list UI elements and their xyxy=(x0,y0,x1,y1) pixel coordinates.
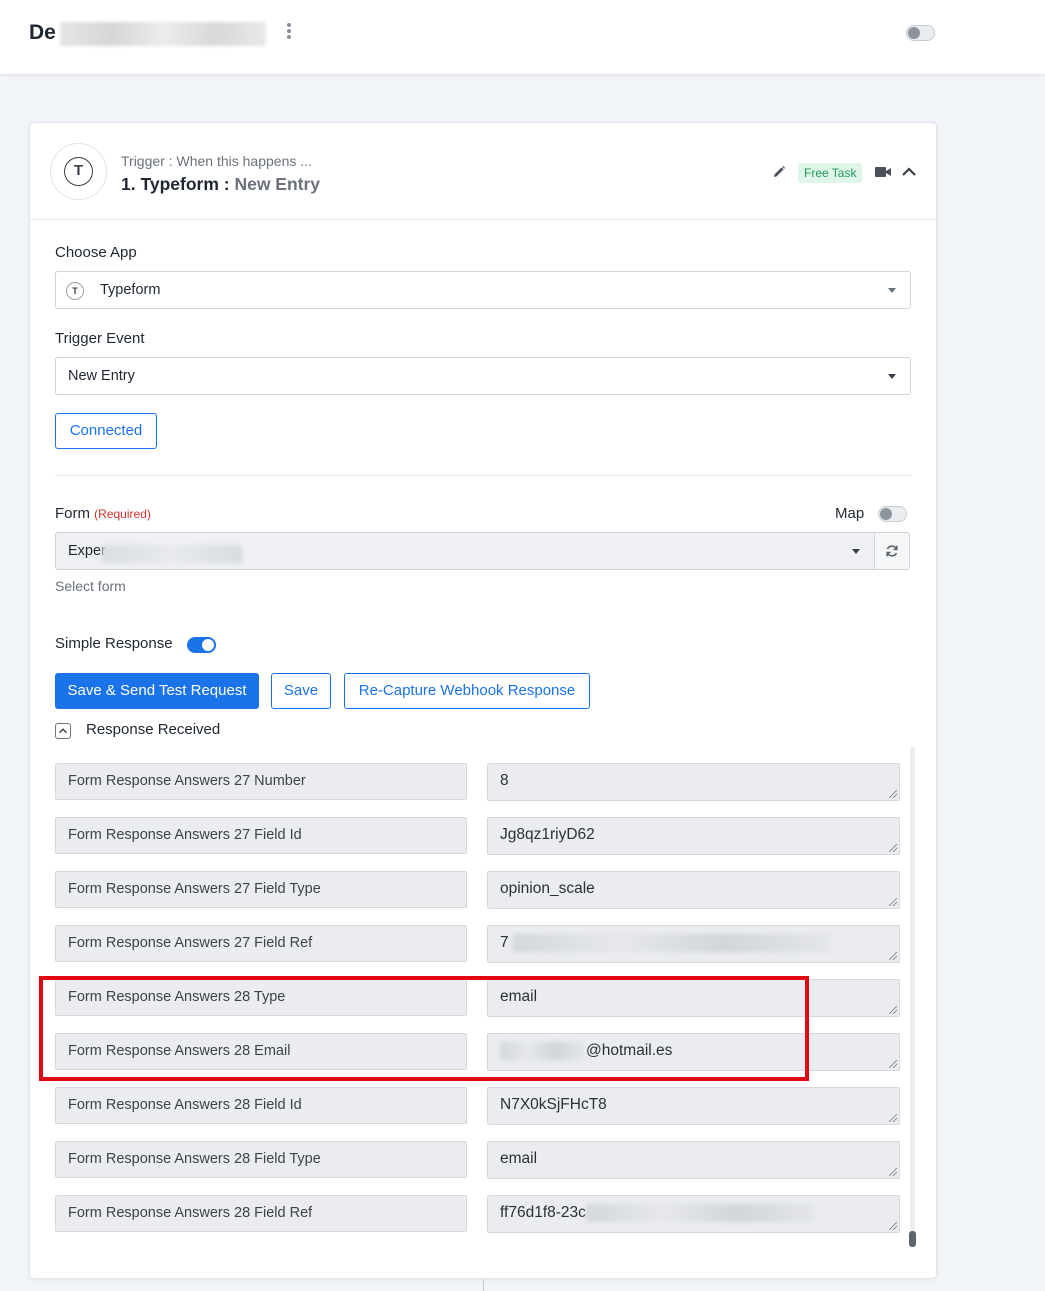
typeform-small-icon: T xyxy=(66,282,84,300)
response-value-field[interactable]: email xyxy=(487,1141,900,1179)
free-task-badge: Free Task xyxy=(798,163,863,183)
form-select[interactable]: Exper xyxy=(55,532,875,570)
response-value-field[interactable]: 7 xyxy=(487,925,900,963)
workflow-title-redacted xyxy=(60,22,266,46)
video-icon[interactable] xyxy=(875,166,891,178)
more-options-icon[interactable] xyxy=(286,23,292,43)
step-title: 1. Typeform : New Entry xyxy=(121,174,320,195)
pencil-icon[interactable] xyxy=(772,165,786,179)
form-select-value: Exper xyxy=(68,543,106,559)
trigger-event-label: Trigger Event xyxy=(55,330,145,347)
collapse-icon[interactable] xyxy=(55,723,71,739)
step-event-name: New Entry xyxy=(234,174,321,194)
response-value-field[interactable]: 8 xyxy=(487,763,900,801)
redacted-value xyxy=(512,933,831,952)
resize-handle-icon[interactable] xyxy=(889,1222,897,1230)
trigger-caption: Trigger : When this happens ... xyxy=(121,153,312,169)
response-value: N7X0kSjFHcT8 xyxy=(500,1096,607,1113)
choose-app-label: Choose App xyxy=(55,244,137,261)
table-row: Form Response Answers 27 Field Id Jg8qz1… xyxy=(55,817,915,855)
resize-handle-icon[interactable] xyxy=(889,844,897,852)
chevron-down-icon xyxy=(852,549,860,554)
refresh-icon xyxy=(886,545,898,557)
resize-handle-icon[interactable] xyxy=(889,1060,897,1068)
trigger-event-select[interactable]: New Entry xyxy=(55,357,911,395)
simple-response-toggle[interactable] xyxy=(187,637,216,653)
resize-handle-icon[interactable] xyxy=(889,952,897,960)
recapture-webhook-button[interactable]: Re-Capture Webhook Response xyxy=(344,673,590,709)
chevron-up-icon[interactable] xyxy=(901,165,917,177)
response-value: Jg8qz1riyD62 xyxy=(500,826,595,843)
resize-handle-icon[interactable] xyxy=(889,790,897,798)
response-key: Form Response Answers 28 Field Type xyxy=(55,1141,467,1178)
response-value-field[interactable]: N7X0kSjFHcT8 xyxy=(487,1087,900,1125)
response-key: Form Response Answers 27 Number xyxy=(55,763,467,800)
save-button[interactable]: Save xyxy=(271,673,331,709)
form-label-text: Form xyxy=(55,505,90,522)
workflow-status-toggle[interactable] xyxy=(906,25,935,41)
response-value: email xyxy=(500,1150,538,1167)
typeform-icon: T xyxy=(64,157,93,186)
simple-response-label: Simple Response xyxy=(55,635,173,652)
table-row: Form Response Answers 27 Field Type opin… xyxy=(55,871,915,909)
save-send-test-button[interactable]: Save & Send Test Request xyxy=(55,673,259,709)
form-hint: Select form xyxy=(55,578,126,594)
map-label: Map xyxy=(835,505,865,522)
response-value-field[interactable]: ff76d1f8-23c xyxy=(487,1195,900,1233)
chevron-down-icon xyxy=(888,288,896,293)
response-value: 7 xyxy=(500,934,509,951)
required-marker: (Required) xyxy=(94,507,151,521)
table-row: Form Response Answers 27 Field Ref 7 xyxy=(55,925,915,963)
step-header[interactable]: T Trigger : When this happens ... 1. Typ… xyxy=(30,123,936,220)
table-row: Form Response Answers 28 Field Ref ff76d… xyxy=(55,1195,915,1233)
response-value: opinion_scale xyxy=(500,880,595,897)
response-key: Form Response Answers 27 Field Type xyxy=(55,871,467,908)
highlight-annotation-box xyxy=(39,976,809,1081)
form-label: Form (Required) xyxy=(55,505,151,522)
choose-app-select[interactable]: T Typeform xyxy=(55,271,911,309)
choose-app-value: Typeform xyxy=(100,282,161,298)
response-key: Form Response Answers 28 Field Id xyxy=(55,1087,467,1124)
response-value-field[interactable]: Jg8qz1riyD62 xyxy=(487,817,900,855)
resize-handle-icon[interactable] xyxy=(889,1168,897,1176)
trigger-event-value: New Entry xyxy=(68,368,135,384)
response-key: Form Response Answers 27 Field Id xyxy=(55,817,467,854)
connector-line xyxy=(483,1279,484,1291)
table-row: Form Response Answers 28 Field Id N7X0kS… xyxy=(55,1087,915,1125)
scrollbar-thumb[interactable] xyxy=(909,1231,916,1247)
step-app-name: 1. Typeform : xyxy=(121,174,235,194)
response-key: Form Response Answers 27 Field Ref xyxy=(55,925,467,962)
redacted-value xyxy=(585,1203,814,1222)
connected-button[interactable]: Connected xyxy=(55,413,157,449)
chevron-down-icon xyxy=(888,374,896,379)
form-name-redacted xyxy=(102,545,242,563)
resize-handle-icon[interactable] xyxy=(889,1114,897,1122)
refresh-forms-button[interactable] xyxy=(874,532,910,570)
table-row: Form Response Answers 28 Field Type emai… xyxy=(55,1141,915,1179)
response-value: 8 xyxy=(500,772,509,789)
trigger-step-card: T Trigger : When this happens ... 1. Typ… xyxy=(29,122,937,1279)
workflow-title[interactable]: De xyxy=(29,21,56,45)
top-bar: De xyxy=(0,0,1045,75)
table-row: Form Response Answers 27 Number 8 xyxy=(55,763,915,801)
map-toggle[interactable] xyxy=(878,506,907,522)
response-received-label: Response Received xyxy=(86,721,221,738)
app-logo: T xyxy=(50,143,107,200)
response-key: Form Response Answers 28 Field Ref xyxy=(55,1195,467,1232)
response-value-field[interactable]: opinion_scale xyxy=(487,871,900,909)
resize-handle-icon[interactable] xyxy=(889,898,897,906)
response-value: ff76d1f8-23c xyxy=(500,1204,586,1221)
section-divider xyxy=(55,475,911,476)
resize-handle-icon[interactable] xyxy=(889,1006,897,1014)
